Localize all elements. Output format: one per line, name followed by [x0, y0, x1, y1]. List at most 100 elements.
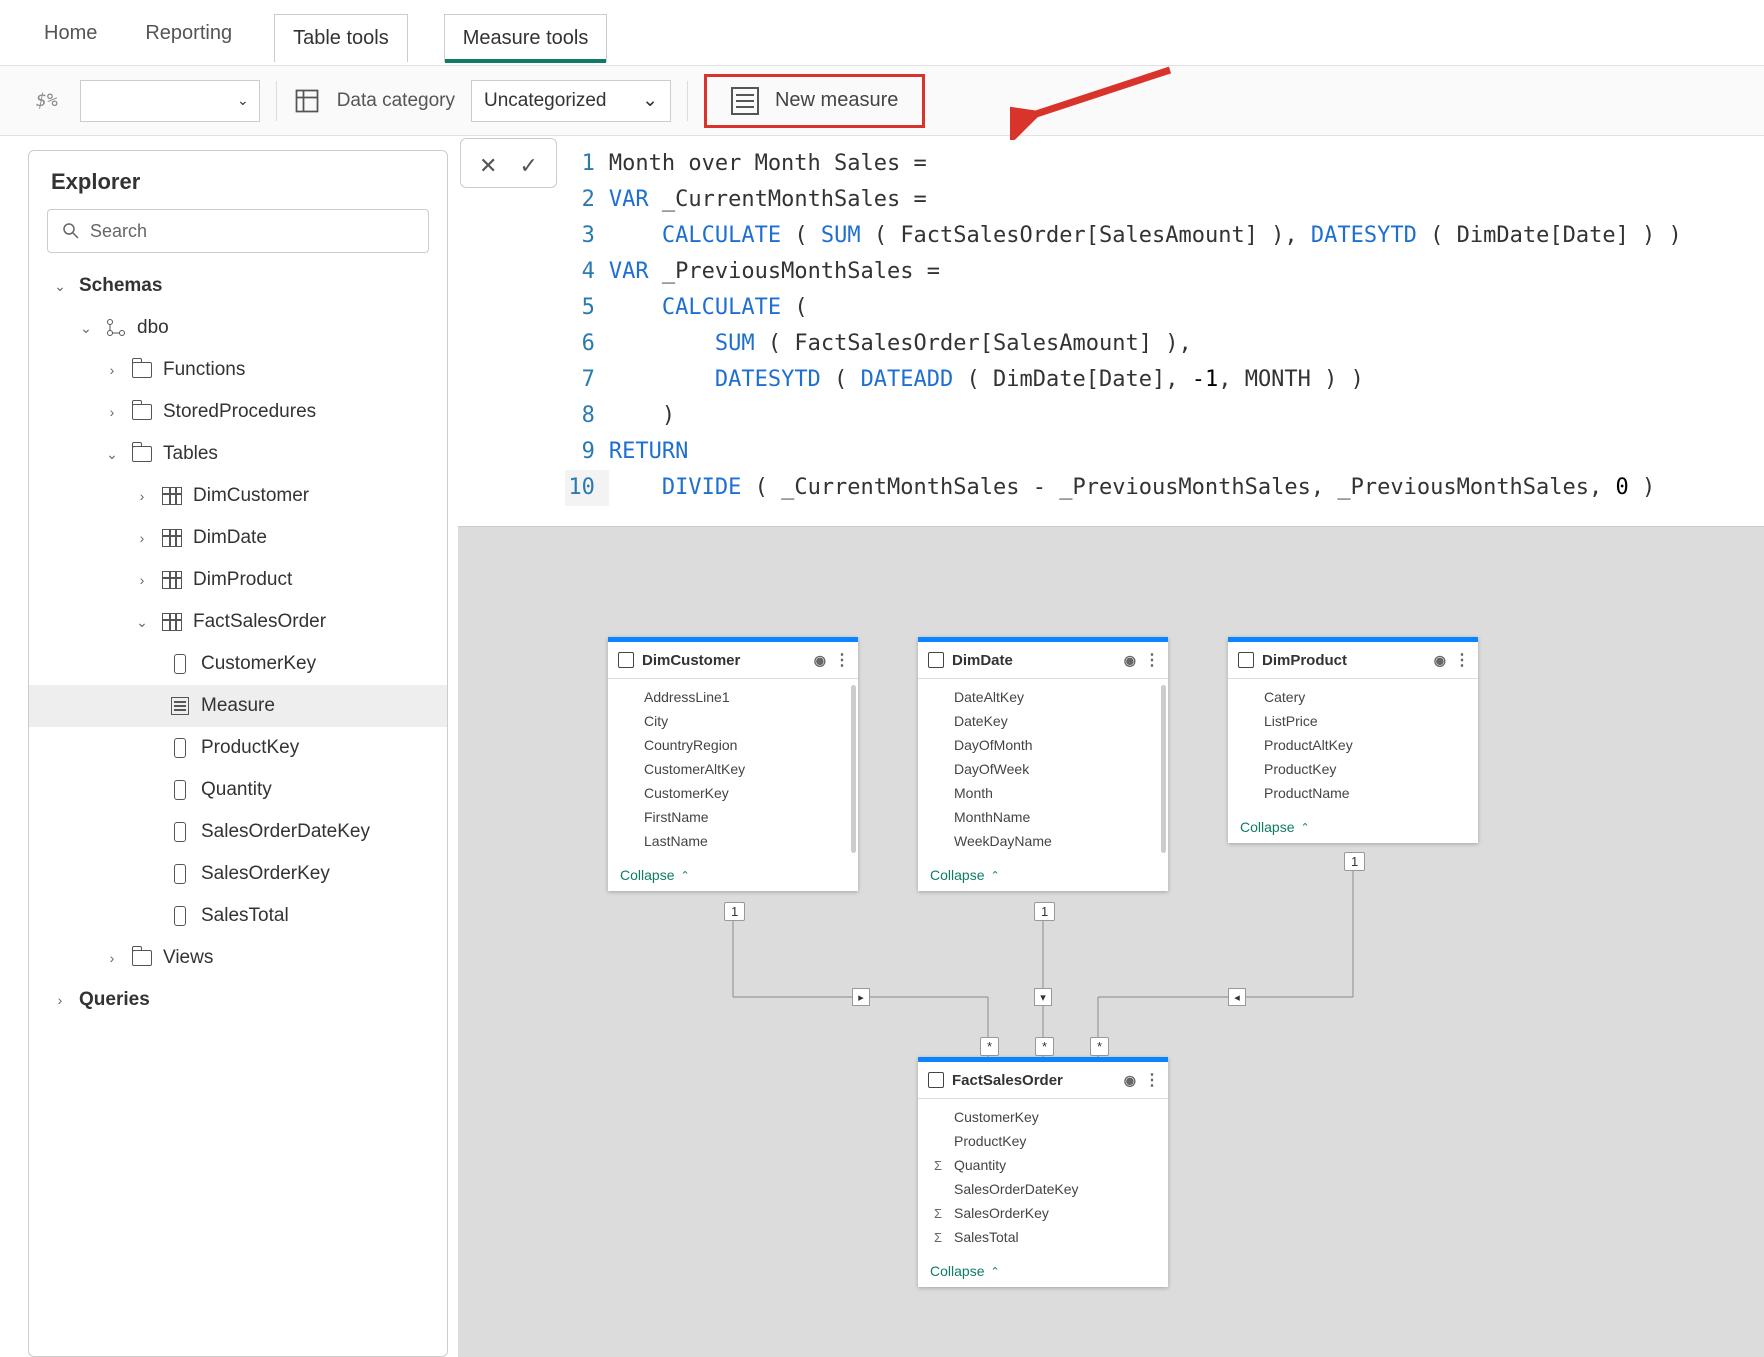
tree-folder-sprocs[interactable]: ›StoredProcedures: [29, 391, 447, 433]
table-icon: [162, 613, 182, 631]
search-input[interactable]: Search: [47, 209, 429, 253]
entity-dimproduct[interactable]: DimProduct ◉ ⋮ CateryListPriceProductAltKe…: [1228, 637, 1478, 843]
chevron-down-icon: ⌄: [77, 320, 95, 337]
tree-column[interactable]: ProductKey: [29, 727, 447, 769]
entity-factsalesorder[interactable]: FactSalesOrder ◉ ⋮ CustomerKeyProductKeyΣQ…: [918, 1057, 1168, 1287]
more-icon[interactable]: ⋮: [1144, 1070, 1158, 1090]
entity-field[interactable]: CustomerAltKey: [608, 757, 858, 781]
tree-folder-functions[interactable]: ›Functions: [29, 349, 447, 391]
chevron-down-icon: ⌄: [237, 92, 249, 109]
tree-column[interactable]: Quantity: [29, 769, 447, 811]
entity-title: DimDate: [952, 652, 1013, 669]
more-icon[interactable]: ⋮: [834, 650, 848, 670]
visibility-icon[interactable]: ◉: [814, 652, 826, 669]
tree-schema-dbo[interactable]: ⌄dbo: [29, 307, 447, 349]
entity-field[interactable]: LastName: [608, 829, 858, 853]
entity-field[interactable]: DateKey: [918, 709, 1168, 733]
tree-column[interactable]: CustomerKey: [29, 643, 447, 685]
entity-field[interactable]: DayOfWeek: [918, 757, 1168, 781]
ribbon-tabs: Home Reporting Table tools Measure tools: [0, 0, 1764, 66]
toolbar: $% ⌄ Data category Uncategorized⌄ New me…: [0, 66, 1764, 136]
chevron-right-icon: ›: [133, 530, 151, 546]
chevron-right-icon: ›: [133, 572, 151, 588]
collapse-button[interactable]: Collapse ⌃: [608, 859, 858, 891]
chevron-down-icon: ⌄: [133, 614, 151, 631]
visibility-icon[interactable]: ◉: [1434, 652, 1446, 669]
entity-field[interactable]: ProductName: [1228, 781, 1478, 805]
entity-dimdate[interactable]: DimDate ◉ ⋮ DateAltKeyDateKeyDayOfMonthDay…: [918, 637, 1168, 891]
collapse-button[interactable]: Collapse ⌃: [1228, 811, 1478, 843]
table-icon: [618, 652, 634, 668]
tree-table[interactable]: ›DimProduct: [29, 559, 447, 601]
model-canvas[interactable]: 1 1 1 * * * ▸ ▾ ◂ DimCustomer◉⋮ AddressL…: [458, 527, 1764, 1357]
chevron-right-icon: ›: [133, 488, 151, 504]
tree-measure[interactable]: Measure: [29, 685, 447, 727]
tree-folder-tables[interactable]: ⌄Tables: [29, 433, 447, 475]
table-icon: [162, 571, 182, 589]
entity-title: FactSalesOrder: [952, 1072, 1063, 1089]
right-panel: ✕ ✓ 1Month over Month Sales = 2VAR _Curr…: [458, 136, 1764, 1357]
tree-column[interactable]: SalesOrderDateKey: [29, 811, 447, 853]
entity-field[interactable]: City: [608, 709, 858, 733]
entity-field[interactable]: MonthName: [918, 805, 1168, 829]
chevron-up-icon: ⌃: [990, 1265, 999, 1278]
tree-queries[interactable]: ›Queries: [29, 979, 447, 1021]
entity-field[interactable]: CustomerKey: [608, 781, 858, 805]
entity-field[interactable]: CustomerKey: [918, 1105, 1168, 1129]
tree-table[interactable]: ⌄FactSalesOrder: [29, 601, 447, 643]
entity-title: DimCustomer: [642, 652, 740, 669]
measure-icon: [171, 697, 189, 715]
entity-field[interactable]: Month: [918, 781, 1168, 805]
tree-column[interactable]: SalesOrderKey: [29, 853, 447, 895]
tree-table[interactable]: ›DimCustomer: [29, 475, 447, 517]
entity-dimcustomer[interactable]: DimCustomer ◉ ⋮ AddressLine1CityCountryReg…: [608, 637, 858, 891]
cancel-formula-button[interactable]: ✕: [471, 153, 505, 179]
tree-column[interactable]: SalesTotal: [29, 895, 447, 937]
entity-field[interactable]: ProductKey: [918, 1129, 1168, 1153]
entity-field[interactable]: DayOfMonth: [918, 733, 1168, 757]
entity-field[interactable]: ProductAltKey: [1228, 733, 1478, 757]
measure-icon: [731, 87, 759, 115]
chevron-up-icon: ⌃: [990, 869, 999, 882]
schema-icon: [105, 318, 127, 338]
collapse-button[interactable]: Collapse ⌃: [918, 859, 1168, 891]
tree-schemas[interactable]: ⌄Schemas: [29, 265, 447, 307]
entity-field[interactable]: DateAltKey: [918, 685, 1168, 709]
tab-reporting[interactable]: Reporting: [139, 12, 238, 63]
commit-formula-button[interactable]: ✓: [511, 153, 545, 179]
more-icon[interactable]: ⋮: [1144, 650, 1158, 670]
more-icon[interactable]: ⋮: [1454, 650, 1468, 670]
entity-field[interactable]: ListPrice: [1228, 709, 1478, 733]
data-category-icon: [293, 87, 321, 115]
entity-field[interactable]: ΣSalesOrderKey: [918, 1201, 1168, 1225]
entity-field[interactable]: WeekDayName: [918, 829, 1168, 853]
tree-folder-views[interactable]: ›Views: [29, 937, 447, 979]
folder-icon: [132, 446, 152, 462]
visibility-icon[interactable]: ◉: [1124, 652, 1136, 669]
entity-field[interactable]: SalesOrderDateKey: [918, 1177, 1168, 1201]
entity-field[interactable]: Catery: [1228, 685, 1478, 709]
entity-field[interactable]: PostalCode: [608, 853, 858, 859]
data-category-select[interactable]: Uncategorized⌄: [471, 80, 671, 122]
tree-table[interactable]: ›DimDate: [29, 517, 447, 559]
entity-title: DimProduct: [1262, 652, 1347, 669]
visibility-icon[interactable]: ◉: [1124, 1072, 1136, 1089]
column-icon: [174, 822, 186, 842]
tab-measure-tools[interactable]: Measure tools: [444, 14, 608, 62]
entity-field[interactable]: AddressLine1: [608, 685, 858, 709]
format-select[interactable]: ⌄: [80, 80, 260, 122]
entity-field[interactable]: ProductKey: [1228, 757, 1478, 781]
entity-field[interactable]: ΣSalesTotal: [918, 1225, 1168, 1249]
new-measure-button[interactable]: New measure: [704, 74, 925, 128]
collapse-button[interactable]: Collapse ⌃: [918, 1255, 1168, 1287]
tab-home[interactable]: Home: [38, 12, 103, 63]
tab-table-tools[interactable]: Table tools: [274, 14, 408, 62]
entity-field[interactable]: FirstName: [608, 805, 858, 829]
entity-field[interactable]: CountryRegion: [608, 733, 858, 757]
dax-editor[interactable]: 1Month over Month Sales = 2VAR _CurrentM…: [565, 136, 1764, 526]
chevron-down-icon: ⌄: [103, 446, 121, 463]
chevron-right-icon: ›: [51, 992, 69, 1008]
entity-field[interactable]: ΣQuantity: [918, 1153, 1168, 1177]
cardinality-many: *: [980, 1037, 999, 1056]
cardinality-one: 1: [1344, 852, 1365, 871]
